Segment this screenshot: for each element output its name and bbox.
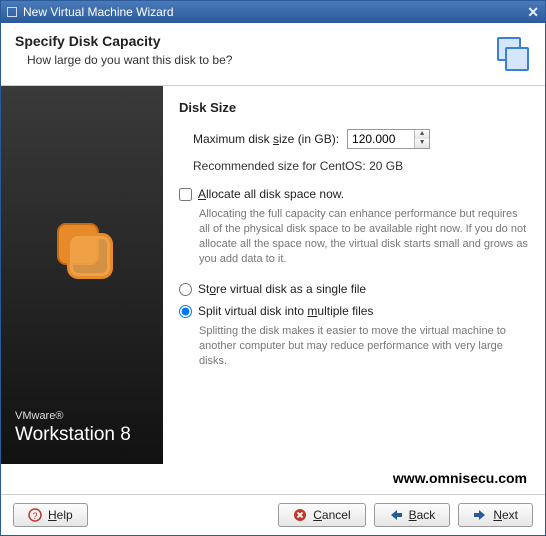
wizard-header: Specify Disk Capacity How large do you w… xyxy=(1,23,545,86)
product-name: Workstation 8 xyxy=(15,424,131,446)
store-single-radio[interactable] xyxy=(179,283,192,296)
sidebar: VMware® Workstation 8 xyxy=(1,86,163,464)
back-button[interactable]: Back xyxy=(374,503,451,527)
button-bar: ? Help Cancel Back Next xyxy=(1,494,545,535)
allocate-now-desc: Allocating the full capacity can enhance… xyxy=(199,207,529,266)
max-disk-size-label: Maximum disk size (in GB): xyxy=(193,132,339,146)
recommended-size: Recommended size for CentOS: 20 GB xyxy=(179,159,529,173)
wizard-window: New Virtual Machine Wizard ✕ Specify Dis… xyxy=(0,0,546,536)
disk-header-icon xyxy=(487,33,531,73)
main-panel: Disk Size Maximum disk size (in GB): ▲ ▼… xyxy=(163,86,545,464)
spin-up-icon[interactable]: ▲ xyxy=(415,130,429,139)
cancel-button[interactable]: Cancel xyxy=(278,503,365,527)
max-disk-size-spinner[interactable]: ▲ ▼ xyxy=(347,129,430,149)
store-split-radio[interactable] xyxy=(179,305,192,318)
watermark-url: www.omnisecu.com xyxy=(1,464,545,494)
help-button[interactable]: ? Help xyxy=(13,503,88,527)
page-title: Specify Disk Capacity xyxy=(15,33,487,49)
arrow-left-icon xyxy=(389,509,403,521)
close-icon[interactable]: ✕ xyxy=(527,4,539,21)
allocate-now-label: Allocate all disk space now. xyxy=(198,187,344,201)
help-icon: ? xyxy=(28,508,42,522)
arrow-right-icon xyxy=(473,509,487,521)
max-disk-size-input[interactable] xyxy=(348,130,414,148)
section-title: Disk Size xyxy=(179,100,529,115)
window-icon xyxy=(7,7,17,17)
window-title: New Virtual Machine Wizard xyxy=(23,5,174,19)
allocate-now-checkbox[interactable] xyxy=(179,188,192,201)
store-single-label: Store virtual disk as a single file xyxy=(198,282,366,296)
brand-name: VMware® xyxy=(15,410,63,422)
vmware-logo-icon xyxy=(50,216,114,280)
page-subtitle: How large do you want this disk to be? xyxy=(15,53,487,67)
spin-down-icon[interactable]: ▼ xyxy=(415,139,429,148)
svg-text:?: ? xyxy=(32,511,37,521)
store-split-desc: Splitting the disk makes it easier to mo… xyxy=(199,324,529,369)
store-split-label: Split virtual disk into multiple files xyxy=(198,304,373,318)
titlebar: New Virtual Machine Wizard ✕ xyxy=(1,1,545,23)
cancel-icon xyxy=(293,508,307,522)
next-button[interactable]: Next xyxy=(458,503,533,527)
